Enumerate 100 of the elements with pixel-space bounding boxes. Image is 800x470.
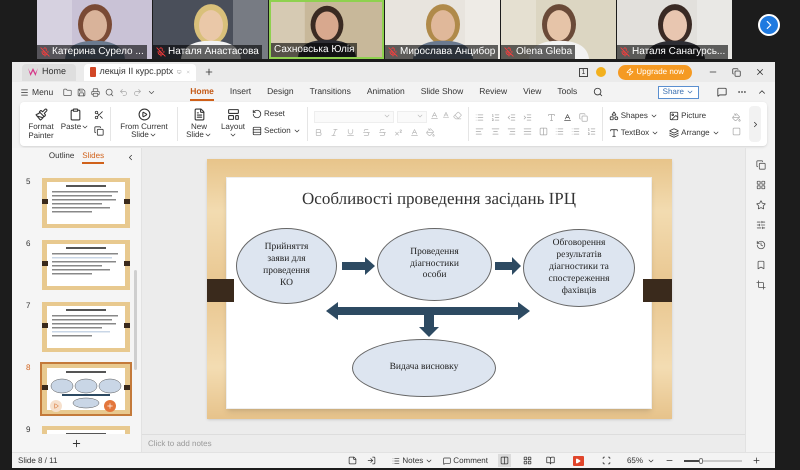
ribbon-tab[interactable]: Slide Show <box>420 83 464 101</box>
new-slide-icon <box>192 108 206 121</box>
ribbon-button[interactable]: Paste <box>60 108 90 132</box>
grid-icon[interactable] <box>756 180 766 190</box>
paintbrush-icon <box>34 108 48 121</box>
ribbon-tab[interactable]: Animation <box>366 83 405 101</box>
chevron-down-icon <box>382 112 391 120</box>
search-icon[interactable] <box>593 87 604 97</box>
fit-icon[interactable] <box>602 456 611 465</box>
new-tab-icon[interactable] <box>204 67 214 77</box>
participant-name: Мирослава Анцибор <box>400 47 496 57</box>
ribbon-tab[interactable]: View <box>523 83 542 101</box>
ribbon-button[interactable]: Arrange <box>669 126 720 138</box>
menu-icon <box>20 88 29 96</box>
layers-icon <box>669 128 680 138</box>
tab-mark <box>643 279 672 302</box>
copy-icon[interactable] <box>94 126 104 136</box>
ribbon-button[interactable]: Shapes <box>608 110 660 122</box>
crop-icon[interactable] <box>756 280 766 290</box>
line-spacing-icon[interactable] <box>562 112 572 122</box>
section-icon <box>252 126 262 136</box>
history-icon[interactable] <box>756 240 766 250</box>
font-name-field[interactable] <box>314 111 394 123</box>
slideshow-play-icon[interactable] <box>572 456 584 466</box>
zoom-level-button[interactable]: 65% <box>626 454 655 466</box>
new-slide-icon[interactable] <box>71 438 82 448</box>
next-page-button[interactable] <box>758 14 780 36</box>
ribbon-tab[interactable]: Transitions <box>310 83 351 101</box>
save-icon[interactable] <box>77 88 86 96</box>
participant-tile[interactable]: Наталя Анастасова <box>153 0 268 59</box>
reset-icon <box>252 108 262 119</box>
printer-icon[interactable] <box>91 88 100 96</box>
picture-icon <box>669 110 680 120</box>
sign-in-icon[interactable] <box>367 456 376 465</box>
list-icon <box>392 456 400 464</box>
ribbon-button[interactable]: Layout <box>218 108 248 140</box>
ribbon-tab[interactable]: Review <box>479 83 508 101</box>
slide-icon[interactable] <box>348 456 358 465</box>
participant-name: Катерина Сурело ... <box>52 47 144 57</box>
font-size-field[interactable] <box>396 111 427 123</box>
layout-icon <box>226 108 240 121</box>
ribbon-button[interactable]: From Current Slide <box>117 108 171 140</box>
monitor-icon <box>177 68 182 76</box>
shapes-icon <box>608 110 619 120</box>
reading-view-icon[interactable] <box>544 454 557 467</box>
bookmark-icon[interactable] <box>756 260 766 270</box>
arrow <box>342 257 375 275</box>
ribbon-button[interactable]: Format Painter <box>26 108 56 140</box>
notes-button[interactable]: Notes <box>392 454 434 466</box>
panel-tab[interactable]: Outline <box>48 150 74 164</box>
print-preview-icon[interactable] <box>105 88 114 96</box>
slide-number: 6 <box>26 238 32 250</box>
chevron-down-icon <box>416 112 424 120</box>
normal-view-icon[interactable] <box>498 454 511 467</box>
comment-icon[interactable] <box>717 87 727 97</box>
restore-icon[interactable] <box>732 68 741 76</box>
slide-title: Особливості проведення засідань ІРЦ <box>301 188 577 210</box>
document-tab[interactable]: лекція ІІ курс.pptx <box>84 64 196 80</box>
zoom-in-icon[interactable] <box>752 456 761 465</box>
sliders-icon[interactable] <box>756 220 766 230</box>
document-tab[interactable]: Home <box>22 64 76 80</box>
zoom-slider-thumb[interactable] <box>699 458 704 464</box>
participant-tile[interactable]: Мирослава Анцибор <box>385 0 500 59</box>
close-icon[interactable] <box>755 67 765 77</box>
ribbon-button[interactable]: Section <box>252 124 301 137</box>
panel-tab[interactable]: Slides <box>82 150 104 164</box>
text-box-icon <box>608 128 619 138</box>
participant-tile[interactable]: Наталя Санагурсь... <box>617 0 732 59</box>
collapse-panel-icon[interactable] <box>126 152 135 162</box>
tab-label: Home <box>42 65 66 78</box>
slide-number: 8 <box>26 362 32 374</box>
slide-number: 7 <box>26 300 32 312</box>
menu-button[interactable]: Menu <box>20 86 54 98</box>
comment-icon <box>443 456 452 464</box>
share-button[interactable]: Share <box>658 86 699 98</box>
scrollbar[interactable] <box>134 270 137 370</box>
folder-icon[interactable] <box>63 88 72 96</box>
font-color-icon[interactable] <box>410 128 419 137</box>
tab-mark <box>207 279 234 302</box>
comment-button[interactable]: Comment <box>443 454 488 466</box>
participant-name: Наталя Анастасова <box>168 47 259 57</box>
participant-tile[interactable]: Катерина Сурело ... <box>37 0 152 59</box>
cut-icon[interactable] <box>94 110 104 120</box>
tab-label: лекція ІІ курс.pptx <box>100 65 174 78</box>
slide-number: 9 <box>26 424 32 434</box>
ribbon-tab[interactable]: Insert <box>230 83 252 101</box>
ribbon-button[interactable]: New Slide <box>184 108 214 140</box>
slide-counter: Slide 8 / 11 <box>18 454 58 466</box>
ribbon-button[interactable]: TextBox <box>608 126 660 138</box>
arrow <box>495 257 521 275</box>
slide-number: 5 <box>26 176 32 188</box>
star-icon[interactable] <box>756 200 766 210</box>
caret-icon <box>686 88 694 96</box>
ribbon-button[interactable]: Reset <box>252 108 301 120</box>
ribbon-tab[interactable]: Tools <box>557 83 578 101</box>
copy-icon[interactable] <box>756 160 766 170</box>
participant-tile[interactable]: Сахновська Юлія <box>269 0 384 59</box>
ribbon-tab[interactable]: Design <box>267 83 294 101</box>
participant-tile[interactable]: Olena Gleba <box>501 0 616 59</box>
ribbon-button[interactable]: Picture <box>669 110 720 122</box>
